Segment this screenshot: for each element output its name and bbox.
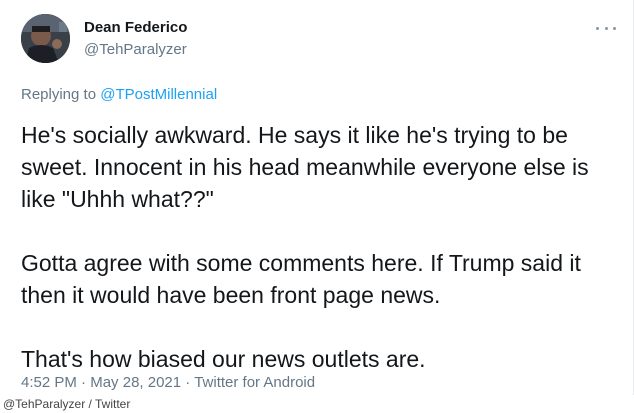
tweet-date[interactable]: May 28, 2021 bbox=[90, 374, 181, 391]
display-name[interactable]: Dean Federico bbox=[84, 19, 187, 36]
replying-prefix: Replying to bbox=[21, 86, 97, 103]
avatar-image bbox=[21, 14, 70, 63]
tweet-paragraph: That's how biased our news outlets are. bbox=[21, 346, 426, 372]
avatar[interactable] bbox=[21, 14, 70, 63]
tweet-time[interactable]: 4:52 PM bbox=[21, 374, 77, 391]
more-dot bbox=[604, 26, 608, 30]
more-dot bbox=[613, 26, 616, 30]
tweet-paragraph: Gotta agree with some comments here. If … bbox=[21, 250, 581, 308]
tweet-text: He's socially awkward. He says it like h… bbox=[21, 119, 621, 407]
more-options-icon[interactable] bbox=[596, 20, 616, 36]
user-handle[interactable]: @TehParalyzer bbox=[84, 41, 187, 58]
replying-to: Replying to @TPostMillennial bbox=[21, 86, 217, 103]
tweet-source[interactable]: Twitter for Android bbox=[194, 374, 315, 391]
meta-separator: · bbox=[81, 374, 87, 391]
more-dot bbox=[596, 26, 599, 30]
replying-to-link[interactable]: @TPostMillennial bbox=[100, 86, 217, 103]
meta-separator: · bbox=[185, 374, 191, 391]
tweet-paragraph: He's socially awkward. He says it like h… bbox=[21, 122, 589, 212]
tweet-meta: 4:52 PM · May 28, 2021 · Twitter for And… bbox=[21, 374, 315, 391]
image-credit: @TehParalyzer / Twitter bbox=[0, 395, 634, 413]
tweet-card: Dean Federico @TehParalyzer Replying to … bbox=[0, 0, 634, 395]
